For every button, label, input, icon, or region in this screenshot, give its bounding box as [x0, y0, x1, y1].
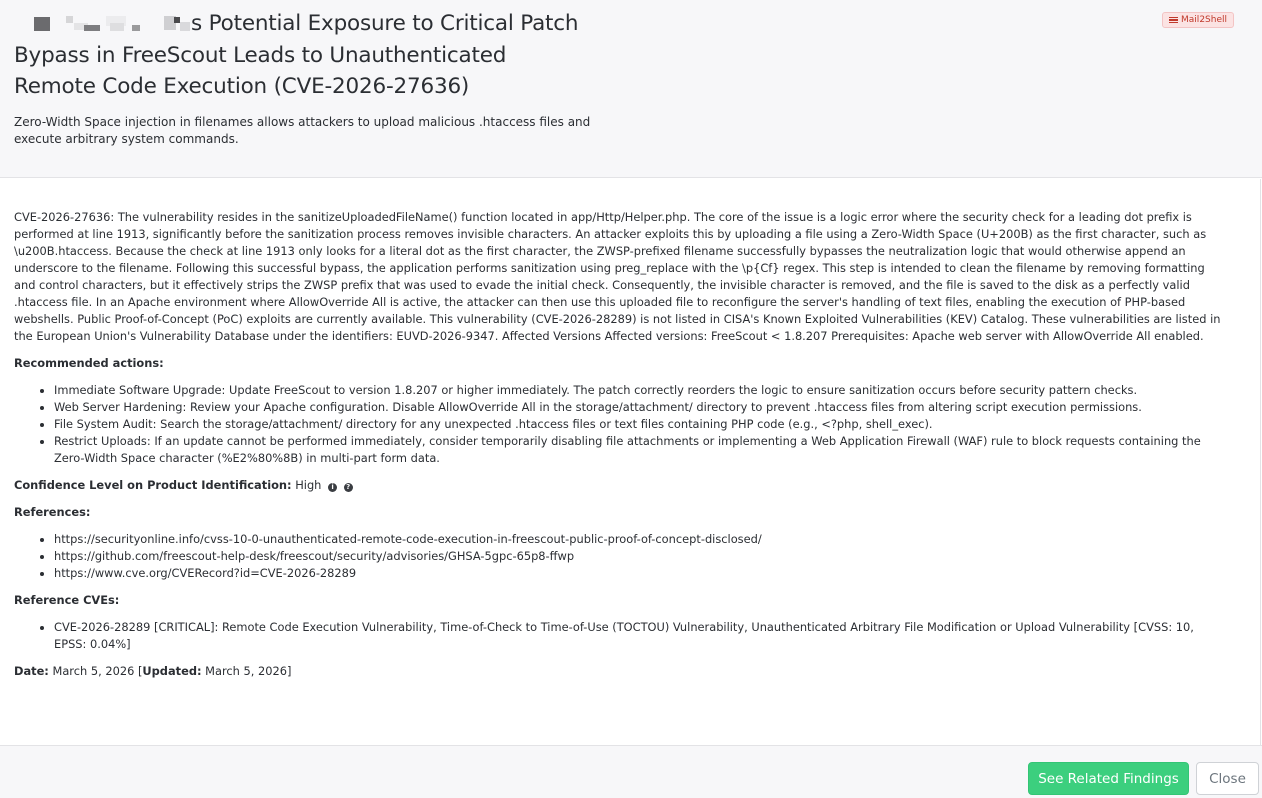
redacted-company-name — [14, 11, 190, 33]
recommended-action-item: Web Server Hardening: Review your Apache… — [54, 399, 1222, 416]
recommended-actions-list: Immediate Software Upgrade: Update FreeS… — [14, 382, 1222, 467]
recommended-actions-heading: Recommended actions: — [14, 356, 164, 370]
confidence-label: Confidence Level on Product Identificati… — [14, 478, 292, 492]
updated-label: Updated: — [142, 664, 202, 678]
recommended-action-item: Immediate Software Upgrade: Update FreeS… — [54, 382, 1222, 399]
finding-description: CVE-2026-27636: The vulnerability reside… — [14, 210, 1221, 343]
reference-cves-list: CVE-2026-28289 [CRITICAL]: Remote Code E… — [14, 619, 1222, 653]
source-badge-label: Mail2Shell — [1181, 15, 1227, 25]
question-circle-icon[interactable]: ? — [343, 483, 353, 492]
modal-header: s Potential Exposure to Critical Patch B… — [0, 0, 1262, 178]
source-badge[interactable]: Mail2Shell — [1162, 12, 1234, 28]
updated-value: March 5, 2026 — [205, 664, 287, 678]
info-circle-icon[interactable]: i — [328, 483, 338, 492]
date-label: Date: — [14, 664, 49, 678]
modal-footer: See Related Findings Close — [0, 745, 1262, 798]
finding-title: s Potential Exposure to Critical Patch B… — [14, 8, 594, 103]
recommended-action-item: Restrict Uploads: If an update cannot be… — [54, 433, 1222, 467]
confidence-value: High — [295, 478, 322, 492]
date-row: Date: March 5, 2026 [Updated: March 5, 2… — [14, 663, 1222, 680]
hamburger-icon — [1169, 16, 1179, 24]
reference-link[interactable]: https://securityonline.info/cvss-10-0-un… — [54, 531, 1222, 548]
updated-close-bracket: ] — [286, 664, 292, 678]
title-wrap: s Potential Exposure to Critical Patch B… — [14, 8, 594, 103]
reference-link[interactable]: https://github.com/freescout-help-desk/f… — [54, 548, 1222, 565]
close-button[interactable]: Close — [1196, 762, 1259, 795]
references-list: https://securityonline.info/cvss-10-0-un… — [14, 531, 1222, 582]
references-heading: References: — [14, 505, 91, 519]
recommended-action-item: File System Audit: Search the storage/at… — [54, 416, 1222, 433]
confidence-row: Confidence Level on Product Identificati… — [14, 477, 1222, 494]
finding-subtitle: Zero-Width Space injection in filenames … — [14, 115, 591, 146]
date-value: March 5, 2026 — [52, 664, 135, 678]
reference-link[interactable]: https://www.cve.org/CVERecord?id=CVE-202… — [54, 565, 1222, 582]
modal-body: CVE-2026-27636: The vulnerability reside… — [0, 179, 1261, 745]
see-related-findings-button[interactable]: See Related Findings — [1028, 762, 1189, 795]
reference-cves-heading: Reference CVEs: — [14, 593, 120, 607]
reference-cve-item: CVE-2026-28289 [CRITICAL]: Remote Code E… — [54, 619, 1222, 653]
